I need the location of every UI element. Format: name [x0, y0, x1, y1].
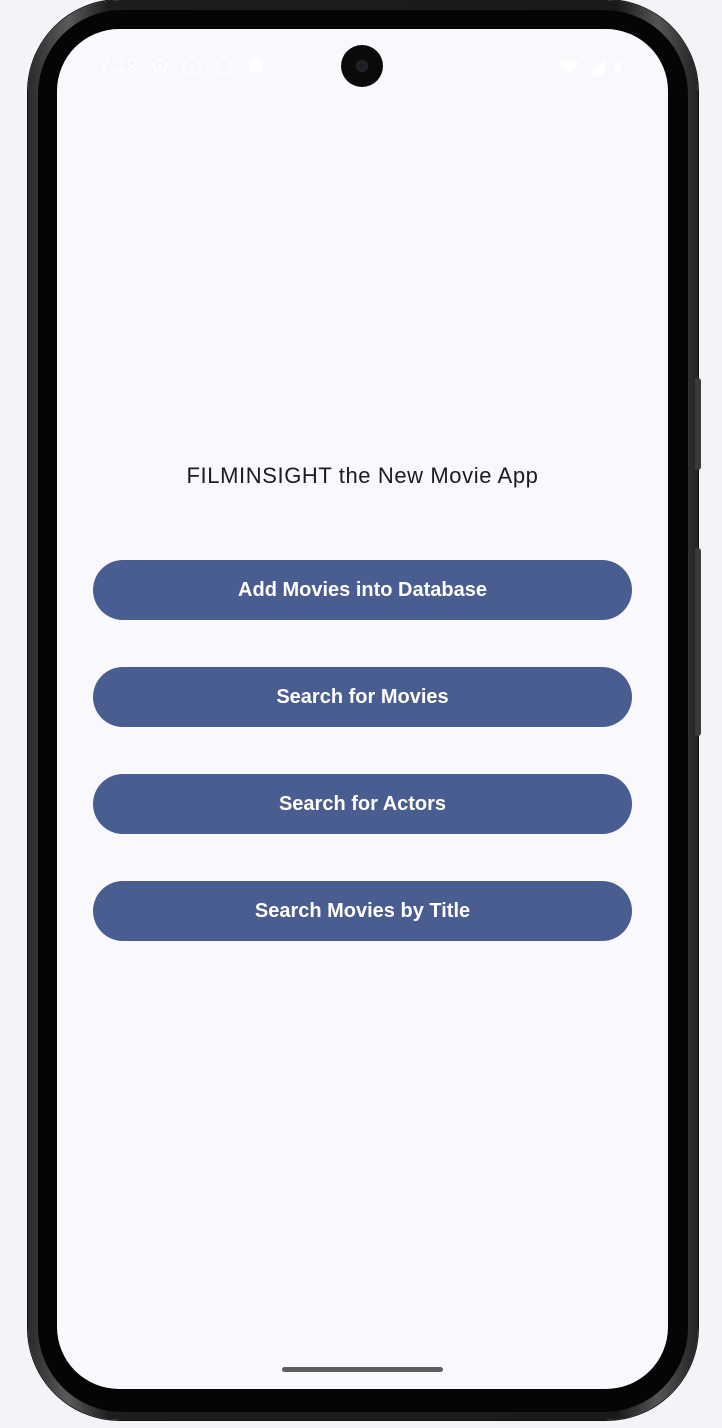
settings-gear-icon: [152, 58, 168, 74]
status-icons-right: [558, 56, 628, 78]
status-bar: 7:19: [57, 29, 668, 105]
search-by-title-button[interactable]: Search Movies by Title: [93, 881, 632, 941]
app-title: FILMINSIGHT the New Movie App: [186, 463, 539, 488]
shield-filled-icon: [249, 57, 263, 75]
status-icons-left: [149, 55, 291, 77]
home-indicator[interactable]: [282, 1367, 443, 1372]
signal-icon: [588, 58, 606, 76]
wifi-icon: [558, 59, 580, 75]
dot-icon: [279, 64, 283, 68]
power-button: [695, 548, 701, 736]
page: 7:19 FILMINSIGHT the New Movie App Add M…: [0, 0, 722, 1428]
shield-icon: [216, 56, 232, 76]
search-movies-button[interactable]: Search for Movies: [93, 667, 632, 727]
volume-button: [695, 378, 701, 470]
screen: 7:19 FILMINSIGHT the New Movie App Add M…: [57, 29, 668, 1389]
battery-icon: [615, 61, 621, 73]
front-camera: [341, 45, 383, 87]
search-actors-button[interactable]: Search for Actors: [93, 774, 632, 834]
status-time: 7:19: [99, 55, 138, 77]
add-movies-button[interactable]: Add Movies into Database: [93, 560, 632, 620]
info-circle-icon: [182, 56, 202, 76]
